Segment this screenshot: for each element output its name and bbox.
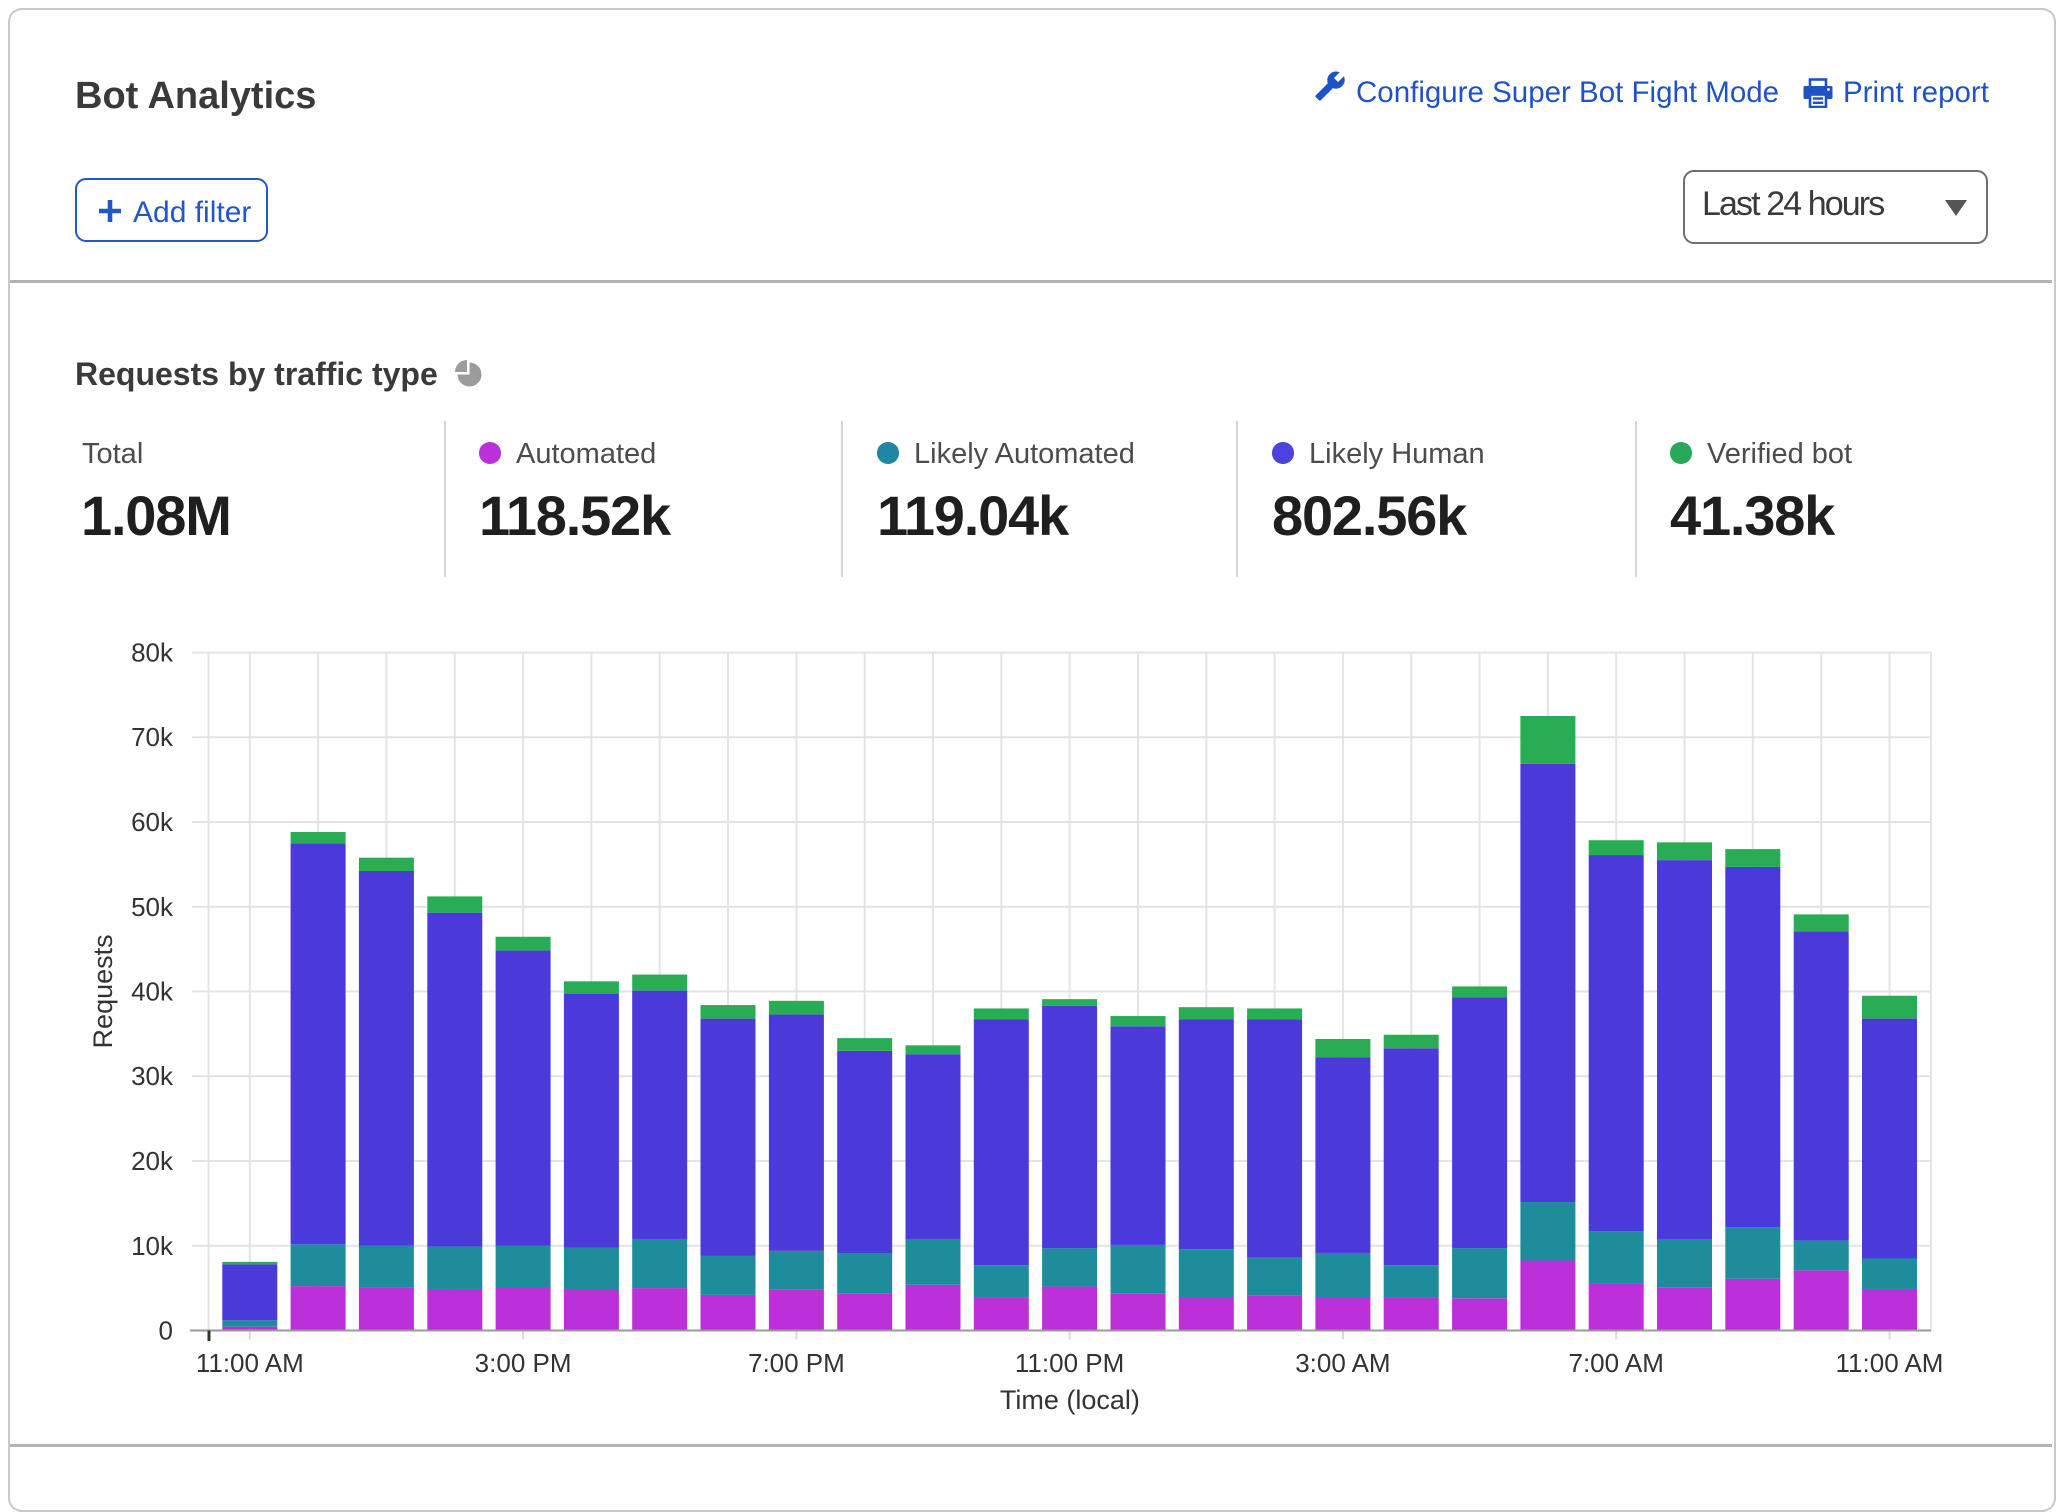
svg-text:70k: 70k xyxy=(131,722,174,752)
svg-text:0: 0 xyxy=(159,1316,173,1346)
svg-text:11:00 AM: 11:00 AM xyxy=(1836,1348,1944,1378)
svg-text:11:00 PM: 11:00 PM xyxy=(1015,1348,1124,1378)
svg-text:Time (local): Time (local) xyxy=(1000,1385,1140,1415)
svg-text:7:00 AM: 7:00 AM xyxy=(1568,1348,1663,1378)
svg-text:80k: 80k xyxy=(131,638,174,668)
svg-text:3:00 PM: 3:00 PM xyxy=(475,1348,572,1378)
svg-text:40k: 40k xyxy=(131,977,174,1007)
svg-text:3:00 AM: 3:00 AM xyxy=(1295,1348,1390,1378)
svg-text:10k: 10k xyxy=(131,1231,174,1261)
svg-text:20k: 20k xyxy=(131,1146,174,1176)
svg-text:60k: 60k xyxy=(131,807,174,837)
svg-text:Requests: Requests xyxy=(88,934,118,1048)
svg-text:7:00 PM: 7:00 PM xyxy=(748,1348,845,1378)
svg-text:50k: 50k xyxy=(131,892,174,922)
svg-text:11:00 AM: 11:00 AM xyxy=(196,1348,304,1378)
svg-text:30k: 30k xyxy=(131,1061,174,1091)
